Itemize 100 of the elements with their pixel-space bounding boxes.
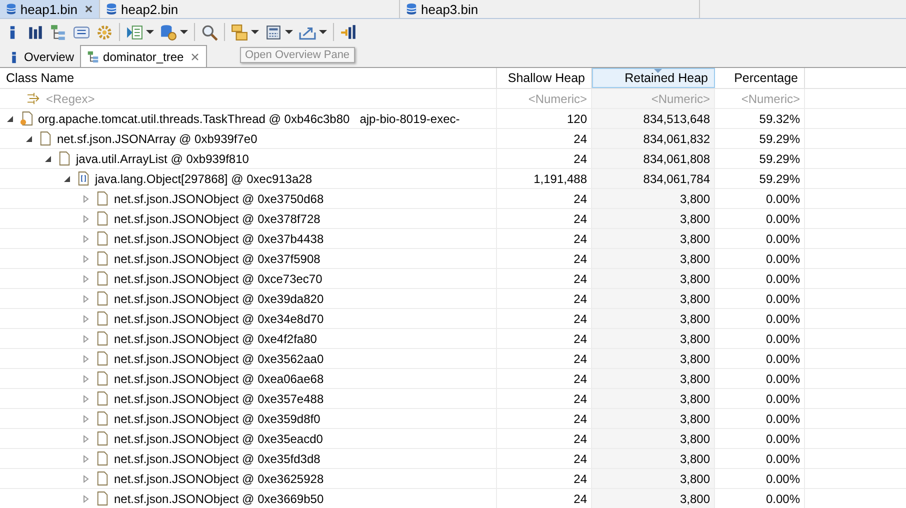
object-icon — [96, 471, 109, 486]
tree-icon — [87, 50, 100, 63]
retained-heap-cell: 3,800 — [592, 329, 715, 348]
object-icon — [96, 451, 109, 466]
expander-icon[interactable] — [6, 114, 14, 122]
column-header[interactable]: Percentage — [715, 68, 805, 88]
retained-heap-cell: 834,061,784 — [592, 169, 715, 188]
list-icon[interactable] — [126, 24, 143, 40]
class-name-cell: net.sf.json.JSONObject @ 0xe359d8f0 — [114, 412, 320, 426]
percentage-cell: 59.32% — [715, 109, 805, 128]
tab-label: Overview — [24, 50, 74, 64]
expander-icon[interactable] — [25, 134, 33, 142]
sort-arrow-icon — [654, 69, 662, 74]
object-icon — [39, 131, 52, 146]
percentage-cell: 0.00% — [715, 449, 805, 468]
object-icon — [96, 251, 109, 266]
tab-label: heap2.bin — [121, 2, 178, 16]
tree-icon[interactable] — [50, 24, 67, 40]
class-name-cell: net.sf.json.JSONObject @ 0xe3669b50 — [114, 492, 324, 506]
view-tab[interactable]: dominator_tree — [80, 45, 207, 67]
expander-icon[interactable] — [44, 154, 52, 162]
object-icon — [96, 391, 109, 406]
class-name-cell: net.sf.json.JSONObject @ 0xe37b4438 — [114, 232, 324, 246]
class-name-cell: net.sf.json.JSONObject @ 0xe357e488 — [114, 392, 324, 406]
class-name-cell: net.sf.json.JSONObject @ 0xe34e8d70 — [114, 312, 324, 326]
retained-heap-cell: 3,800 — [592, 389, 715, 408]
percentage-cell: 0.00% — [715, 489, 805, 508]
dropdown-arrow-icon[interactable] — [180, 28, 188, 36]
expander-icon[interactable] — [63, 174, 71, 182]
tooltip: Open Overview Pane — [240, 47, 355, 63]
percentage-cell: 0.00% — [715, 469, 805, 488]
array-object-icon — [77, 171, 90, 186]
object-icon — [96, 331, 109, 346]
object-icon — [96, 411, 109, 426]
object-icon — [96, 351, 109, 366]
column-header[interactable]: Retained Heap — [592, 68, 715, 88]
percentage-cell: 0.00% — [715, 389, 805, 408]
percentage-cell: 0.00% — [715, 369, 805, 388]
object-icon — [96, 191, 109, 206]
editor-tab[interactable]: heap2.bin — [100, 0, 400, 18]
tab-label: dominator_tree — [103, 50, 184, 64]
object-icon — [96, 291, 109, 306]
class-name-cell: net.sf.json.JSONObject @ 0xe378f728 — [114, 212, 320, 226]
editor-tab[interactable]: heap1.bin — [0, 0, 100, 18]
percentage-cell: 0.00% — [715, 229, 805, 248]
retained-heap-cell: 834,513,648 — [592, 109, 715, 128]
percentage-cell: 0.00% — [715, 409, 805, 428]
percentage-cell: 59.29% — [715, 169, 805, 188]
thread-object-icon — [20, 111, 33, 126]
class-name-cell: net.sf.json.JSONObject @ 0xe3750d68 — [114, 192, 324, 206]
retained-heap-cell: 3,800 — [592, 309, 715, 328]
class-name-cell: net.sf.json.JSONObject @ 0xe3562aa0 — [114, 352, 324, 366]
percentage-cell: 59.29% — [715, 129, 805, 148]
retained-heap-cell: 3,800 — [592, 449, 715, 468]
dropdown-arrow-icon[interactable] — [319, 28, 327, 36]
class-name-cell: net.sf.json.JSONObject @ 0xe35fd3d8 — [114, 452, 320, 466]
close-icon[interactable] — [190, 52, 200, 62]
editor-tab[interactable]: heap3.bin — [400, 0, 700, 18]
retained-heap-cell: 3,800 — [592, 429, 715, 448]
object-icon — [96, 431, 109, 446]
percentage-cell: 0.00% — [715, 349, 805, 368]
close-icon[interactable] — [84, 4, 93, 14]
percentage-cell: 0.00% — [715, 189, 805, 208]
class-name-cell: net.sf.json.JSONObject @ 0xe4f2fa80 — [114, 332, 317, 346]
object-icon — [96, 271, 109, 286]
class-name-cell: net.sf.json.JSONObject @ 0xe3625928 — [114, 472, 324, 486]
filter-icon — [26, 92, 42, 105]
object-icon — [96, 211, 109, 226]
object-icon — [96, 311, 109, 326]
retained-heap-cell: 3,800 — [592, 409, 715, 428]
dropdown-arrow-icon[interactable] — [285, 28, 293, 36]
percentage-cell: 0.00% — [715, 209, 805, 228]
retained-heap-cell: 3,800 — [592, 289, 715, 308]
retained-heap-cell: 3,800 — [592, 469, 715, 488]
dropdown-arrow-icon[interactable] — [251, 28, 259, 36]
percentage-cell: 0.00% — [715, 429, 805, 448]
class-name-cell: java.lang.Object[297868] @ 0xec913a28 — [95, 172, 312, 186]
bar-chart-icon[interactable] — [27, 24, 44, 40]
search-icon[interactable] — [201, 24, 218, 40]
retained-heap-cell: 3,800 — [592, 189, 715, 208]
dropdown-arrow-icon[interactable] — [146, 28, 154, 36]
class-name-cell: net.sf.json.JSONObject @ 0xe39da820 — [114, 292, 324, 306]
percentage-cell: 0.00% — [715, 309, 805, 328]
class-name-cell: net.sf.json.JSONObject @ 0xe37f5908 — [114, 252, 320, 266]
object-icon — [96, 371, 109, 386]
object-icon — [96, 231, 109, 246]
retained-heap-cell: 3,800 — [592, 229, 715, 248]
database-icon — [6, 2, 16, 16]
view-tab[interactable]: Overview — [2, 47, 80, 67]
tab-label: heap3.bin — [421, 2, 478, 16]
column-header[interactable]: Class Name — [0, 68, 497, 88]
database-gear-icon[interactable] — [160, 24, 177, 40]
chart-arrow-icon[interactable] — [340, 24, 357, 40]
retained-heap-cell: 3,800 — [592, 249, 715, 268]
class-name-cell: net.sf.json.JSONObject @ 0xe35eacd0 — [114, 432, 323, 446]
database-icon — [106, 2, 117, 16]
class-name-cell: org.apache.tomcat.util.threads.TaskThread @ 0xb46c3b80 — [38, 112, 350, 126]
calculator-icon[interactable] — [265, 24, 282, 40]
class-name-cell: net.sf.json.JSONObject @ 0xea06ae68 — [114, 372, 324, 386]
class-name-cell: net.sf.json.JSONObject @ 0xce73ec70 — [114, 272, 322, 286]
